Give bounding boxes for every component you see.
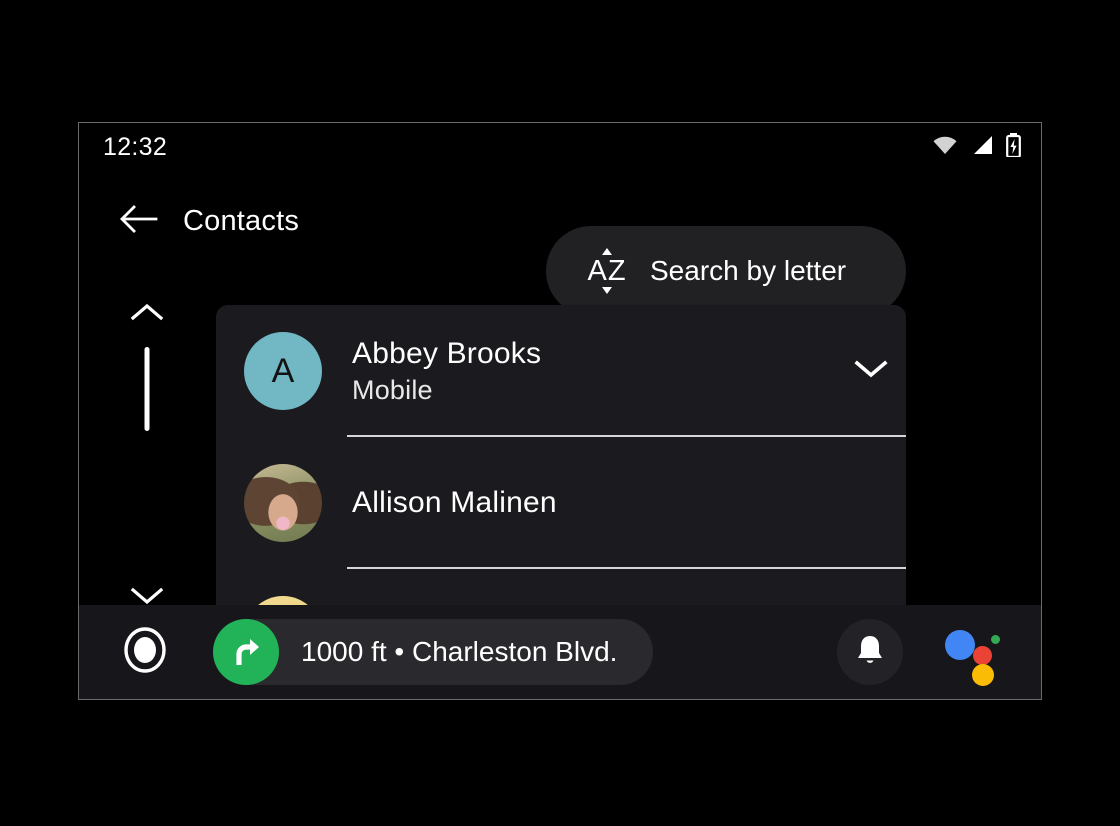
contact-name: Allison Malinen bbox=[352, 486, 557, 519]
assistant-dot-blue bbox=[945, 630, 975, 660]
expand-contact-button[interactable] bbox=[836, 358, 906, 385]
scrollbar-thumb[interactable] bbox=[144, 347, 150, 431]
search-label: Search by letter bbox=[650, 255, 847, 286]
status-icon-group bbox=[932, 132, 1021, 162]
scrollbar-track[interactable] bbox=[119, 341, 175, 571]
app-bar: Contacts AZ Search by letter bbox=[79, 171, 1041, 316]
bottom-bar: 1000 ft • Charleston Blvd. bbox=[79, 605, 1041, 699]
status-bar: 12:32 bbox=[79, 123, 1041, 171]
contact-list-item[interactable]: Allison Malinen bbox=[216, 437, 906, 569]
wifi-icon bbox=[932, 135, 958, 160]
home-circle-icon bbox=[120, 625, 170, 680]
arrow-left-icon bbox=[118, 203, 158, 240]
chevron-up-icon bbox=[130, 302, 164, 327]
sort-alpha-icon: AZ bbox=[584, 248, 630, 294]
sort-down-triangle-icon bbox=[602, 287, 612, 294]
sort-up-triangle-icon bbox=[602, 248, 612, 255]
google-assistant-icon[interactable] bbox=[945, 624, 1001, 686]
chevron-down-icon bbox=[853, 358, 889, 385]
navigation-pill[interactable]: 1000 ft • Charleston Blvd. bbox=[213, 619, 654, 685]
assistant-dot-green bbox=[991, 635, 1000, 644]
sort-letter-a: A bbox=[587, 254, 608, 287]
notification-bell-icon bbox=[853, 632, 887, 673]
contact-list-item[interactable]: A Abbey Brooks Mobile bbox=[216, 305, 906, 437]
search-by-letter-button[interactable]: AZ Search by letter bbox=[546, 226, 906, 316]
avatar bbox=[244, 464, 322, 542]
android-auto-screen: 12:32 Contacts AZ Search by letter A Abb… bbox=[78, 122, 1042, 700]
avatar: A bbox=[244, 332, 322, 410]
battery-charging-icon bbox=[1006, 132, 1021, 162]
contact-text-group: Allison Malinen bbox=[352, 486, 836, 520]
cellular-signal-icon bbox=[971, 135, 993, 160]
page-title: Contacts bbox=[183, 204, 300, 237]
back-button[interactable] bbox=[115, 198, 161, 244]
sort-letter-z: Z bbox=[607, 254, 627, 287]
assistant-dot-red bbox=[973, 646, 992, 665]
contact-name: Abbey Brooks bbox=[352, 336, 542, 370]
contact-subtitle: Mobile bbox=[352, 374, 433, 405]
navigation-text: 1000 ft • Charleston Blvd. bbox=[301, 636, 618, 667]
avatar-initial: A bbox=[271, 351, 295, 390]
assistant-dot-yellow bbox=[972, 664, 994, 686]
status-clock: 12:32 bbox=[103, 132, 168, 161]
turn-right-icon bbox=[213, 619, 279, 685]
notifications-button[interactable] bbox=[837, 619, 903, 685]
contact-text-group: Abbey Brooks Mobile bbox=[352, 337, 836, 406]
scroll-up-button[interactable] bbox=[130, 301, 164, 327]
scrollbar[interactable] bbox=[119, 301, 175, 611]
home-button[interactable] bbox=[119, 626, 171, 678]
